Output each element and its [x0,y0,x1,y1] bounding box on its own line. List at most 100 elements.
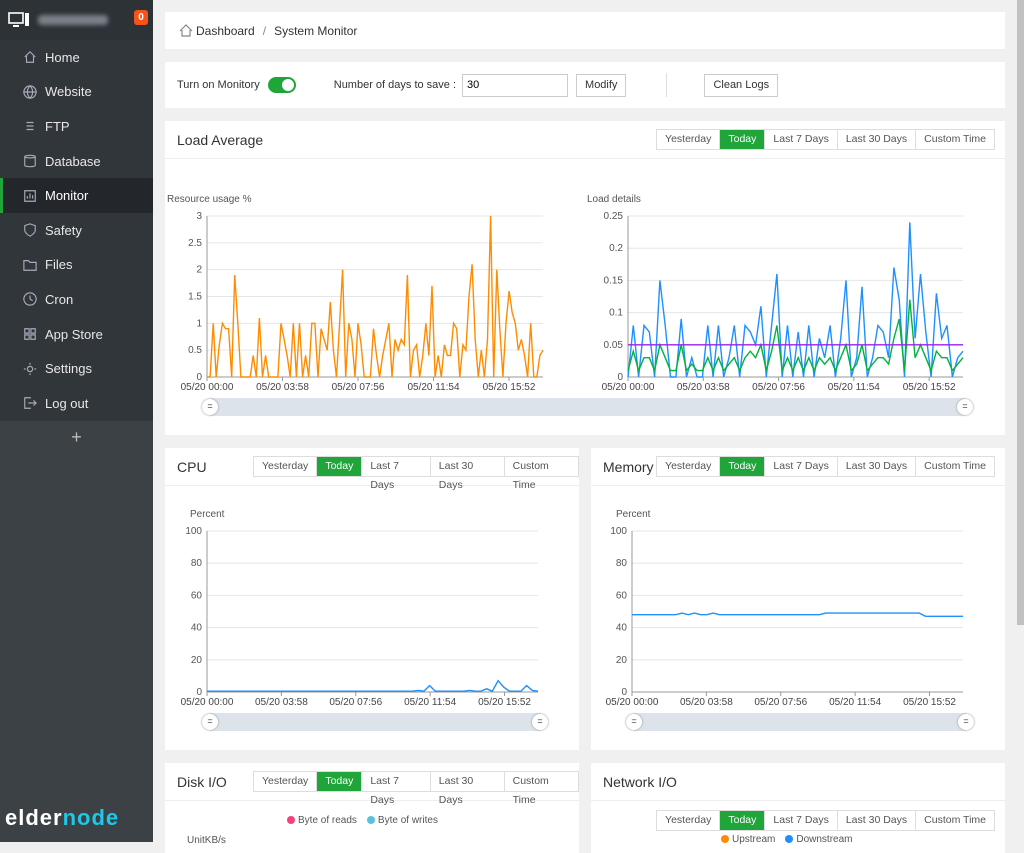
legend-upstream[interactable]: Upstream [721,834,775,845]
tab-yesterday[interactable]: Yesterday [657,811,719,830]
monitor-icon [24,189,36,202]
slider-handle-left[interactable]: = [202,714,218,730]
x-tick-label: 05/20 03:58 [680,697,733,708]
memory-zoom-slider[interactable]: = = [626,713,974,731]
sidebar-item-home[interactable]: Home [0,40,153,75]
tab-last-30-days[interactable]: Last 30 Days [836,811,915,830]
sidebar-item-settings[interactable]: Settings [0,351,153,386]
tab-yesterday[interactable]: Yesterday [254,457,316,476]
tab-custom-time[interactable]: Custom Time [503,772,578,806]
y-tick-label: 0.1 [609,308,623,319]
sidebar-item-safety[interactable]: Safety [0,213,153,248]
y-tick-label: 2 [196,265,202,276]
tab-custom-time[interactable]: Custom Time [915,811,994,830]
network-io-card: Network I/O Yesterday Today Last 7 Days Las… [591,763,1005,853]
sidebar: 0 Home Website FTP Database Monitor Safety Fil… [0,0,153,842]
days-input[interactable] [462,73,569,97]
y-tick-label: 0.2 [609,243,623,254]
divider [666,73,668,97]
sidebar-item-app-store[interactable]: App Store [0,317,153,352]
y-tick-label: 80 [191,558,203,569]
home-icon [24,51,36,64]
x-tick-label: 05/20 00:00 [606,697,659,708]
tab-custom-time[interactable]: Custom Time [915,130,994,149]
sidebar-item-ftp[interactable]: FTP [0,109,153,144]
add-button[interactable]: + [0,427,153,448]
cpu-zoom-slider[interactable]: = = [202,713,548,731]
unit-label: UnitKB/s [187,835,226,846]
tab-last-30-days[interactable]: Last 30 Days [836,457,915,476]
monitor-toggle[interactable] [267,77,296,93]
sidebar-item-cron[interactable]: Cron [0,282,153,317]
monitor-controls: Turn on Monitory Number of days to save … [165,62,1005,108]
slider-handle-right[interactable]: = [958,714,974,730]
notification-badge[interactable]: 0 [134,10,148,25]
time-range-tabs: Yesterday Today Last 7 Days Last 30 Days Cus… [253,771,579,806]
modify-button[interactable]: Modify [576,73,627,97]
load-resource-chart: 00.511.522.5305/20 00:00 05/20 03:58 05/20… [181,211,544,393]
tab-last-7-days[interactable]: Last 7 Days [361,772,429,806]
x-tick-label: 05/20 03:58 [255,697,308,708]
sidebar-item-website[interactable]: Website [0,75,153,110]
load-zoom-slider[interactable]: = = [202,398,973,416]
sidebar-item-label: FTP [45,118,70,134]
tab-today[interactable]: Today [719,811,765,830]
tab-last-30-days[interactable]: Last 30 Days [429,772,504,806]
slider-handle-right[interactable]: = [532,714,548,730]
tab-last-7-days[interactable]: Last 7 Days [764,457,836,476]
tab-yesterday[interactable]: Yesterday [254,772,316,791]
tab-custom-time[interactable]: Custom Time [503,457,578,491]
tab-last-7-days[interactable]: Last 7 Days [764,811,836,830]
files-icon [23,259,37,271]
legend-reads[interactable]: Byte of reads [287,815,357,826]
tab-last-30-days[interactable]: Last 30 Days [429,457,504,491]
sidebar-item-database[interactable]: Database [0,144,153,179]
card-title: CPU [177,458,207,475]
sidebar-item-monitor[interactable]: Monitor [0,178,153,213]
breadcrumb-dashboard[interactable]: Dashboard [196,24,255,38]
legend-writes[interactable]: Byte of writes [366,815,438,826]
x-tick-label: 05/20 15:52 [483,382,536,393]
tab-last-7-days[interactable]: Last 7 Days [764,130,836,149]
y-tick-label: 0.5 [188,345,202,356]
tab-today[interactable]: Today [316,457,362,476]
days-label: Number of days to save : [333,79,457,91]
x-tick-label: 05/20 11:54 [404,697,457,708]
tab-today[interactable]: Today [719,457,765,476]
y-tick-label: 80 [616,558,628,569]
card-title: Memory [603,458,654,475]
slider-handle-left[interactable]: = [626,714,642,730]
tab-today[interactable]: Today [719,130,765,149]
y-tick-label: 60 [616,590,628,601]
y-tick-label: 1 [196,318,202,329]
tab-last-30-days[interactable]: Last 30 Days [836,130,915,149]
legend-downstream[interactable]: Downstream [785,834,853,845]
tab-custom-time[interactable]: Custom Time [915,457,994,476]
page-scrollbar[interactable] [1017,0,1024,842]
tab-today[interactable]: Today [316,772,362,791]
tab-yesterday[interactable]: Yesterday [657,457,719,476]
tab-last-7-days[interactable]: Last 7 Days [361,457,429,491]
sidebar-item-label: Website [45,84,92,100]
sidebar-item-files[interactable]: Files [0,248,153,283]
series-line-0 [207,679,539,693]
tab-yesterday[interactable]: Yesterday [657,130,719,149]
slider-handle-right[interactable]: = [957,399,973,415]
server-header: 0 [0,0,153,40]
clean-logs-button[interactable]: Clean Logs [704,73,779,97]
database-icon [24,154,36,168]
home-icon[interactable] [179,24,193,37]
y-tick-label: 2.5 [188,238,202,249]
cpu-chart: 02040608010005/20 00:00 05/20 03:58 05/20 … [181,526,539,708]
y-tick-label: 40 [191,623,203,634]
sidebar-item-log-out[interactable]: Log out [0,386,153,421]
ftp-icon [26,122,34,131]
y-tick-label: 20 [616,655,628,666]
sidebar-item-label: Files [45,257,73,273]
x-tick-label: 05/20 07:56 [754,697,807,708]
scrollbar-thumb[interactable] [1017,0,1024,625]
slider-handle-left[interactable]: = [202,399,218,415]
y-tick-label: 40 [616,623,628,634]
x-tick-label: 05/20 03:58 [256,382,309,393]
x-tick-label: 05/20 11:54 [407,382,460,393]
